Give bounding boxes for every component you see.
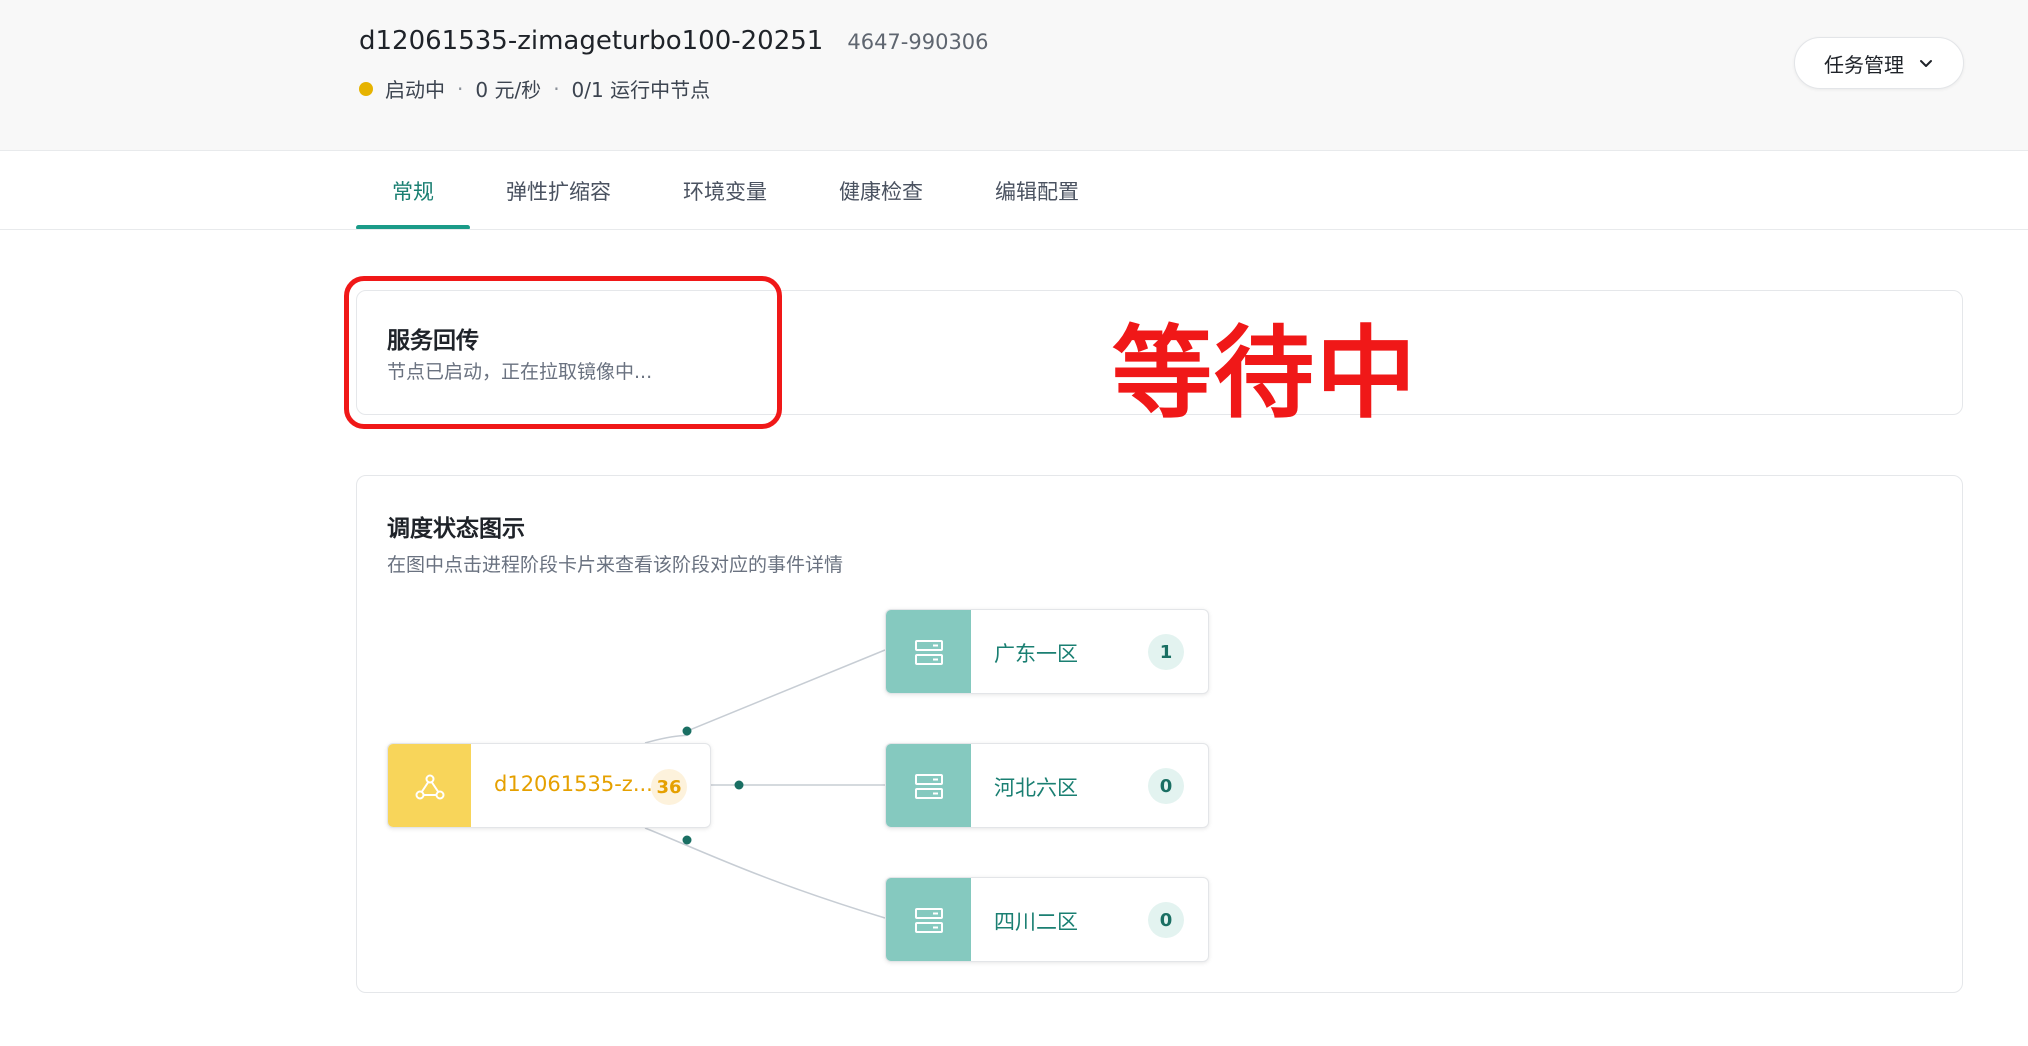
zone-node-sichuan-2[interactable]: 四川二区 0 [885, 877, 1209, 962]
tab-health-check[interactable]: 健康检查 [803, 151, 959, 230]
zone-node-guangdong-1[interactable]: 广东一区 1 [885, 609, 1209, 694]
status-row: 启动中 · 0 元/秒 · 0/1 运行中节点 [359, 74, 710, 103]
tab-autoscaling[interactable]: 弹性扩缩容 [470, 151, 647, 230]
task-management-button[interactable]: 任务管理 [1794, 37, 1964, 89]
service-name: d12061535-zimageturbo100-20251 [359, 26, 824, 56]
root-node-count-badge: 36 [651, 769, 687, 805]
task-management-label: 任务管理 [1824, 52, 1904, 77]
zone-count-badge: 0 [1148, 768, 1184, 804]
schedule-title: 调度状态图示 [387, 516, 525, 542]
status-dot-icon [359, 81, 373, 96]
schedule-description: 在图中点击进程阶段卡片来查看该阶段对应的事件详情 [387, 554, 844, 576]
zone-node-hebei-6[interactable]: 河北六区 0 [885, 743, 1209, 828]
status-rate: 0 元/秒 [475, 78, 542, 102]
title-row: d12061535-zimageturbo100-20251 4647-9903… [359, 26, 989, 56]
tab-divider [0, 229, 2028, 230]
service-header: d12061535-zimageturbo100-20251 4647-9903… [0, 0, 2028, 151]
zone-count-badge: 0 [1148, 902, 1184, 938]
zone-label: 广东一区 [994, 642, 1078, 666]
separator: · [553, 76, 560, 101]
status-nodes: 0/1 运行中节点 [571, 78, 711, 102]
tab-edit-config[interactable]: 编辑配置 [959, 151, 1115, 230]
annotation-waiting-text: 等待中 [1112, 315, 1418, 432]
separator: · [457, 76, 464, 101]
tab-bar: 常规 弹性扩缩容 环境变量 健康检查 编辑配置 [356, 151, 1115, 230]
status-state: 启动中 [385, 78, 445, 102]
zone-count-badge: 1 [1148, 634, 1184, 670]
tab-env-vars[interactable]: 环境变量 [647, 151, 803, 230]
tab-general[interactable]: 常规 [356, 151, 470, 230]
server-icon [886, 878, 971, 961]
server-icon [886, 744, 971, 827]
root-node-label: d12061535-z... [494, 772, 653, 796]
server-icon [886, 610, 971, 693]
service-id: 4647-990306 [847, 30, 989, 54]
chevron-down-icon [1920, 60, 1932, 67]
root-service-node[interactable]: d12061535-z... 36 [387, 743, 711, 828]
zone-label: 四川二区 [994, 910, 1078, 934]
zone-label: 河北六区 [994, 776, 1078, 800]
annotation-highlight-box [344, 276, 782, 429]
cluster-icon [388, 744, 471, 827]
